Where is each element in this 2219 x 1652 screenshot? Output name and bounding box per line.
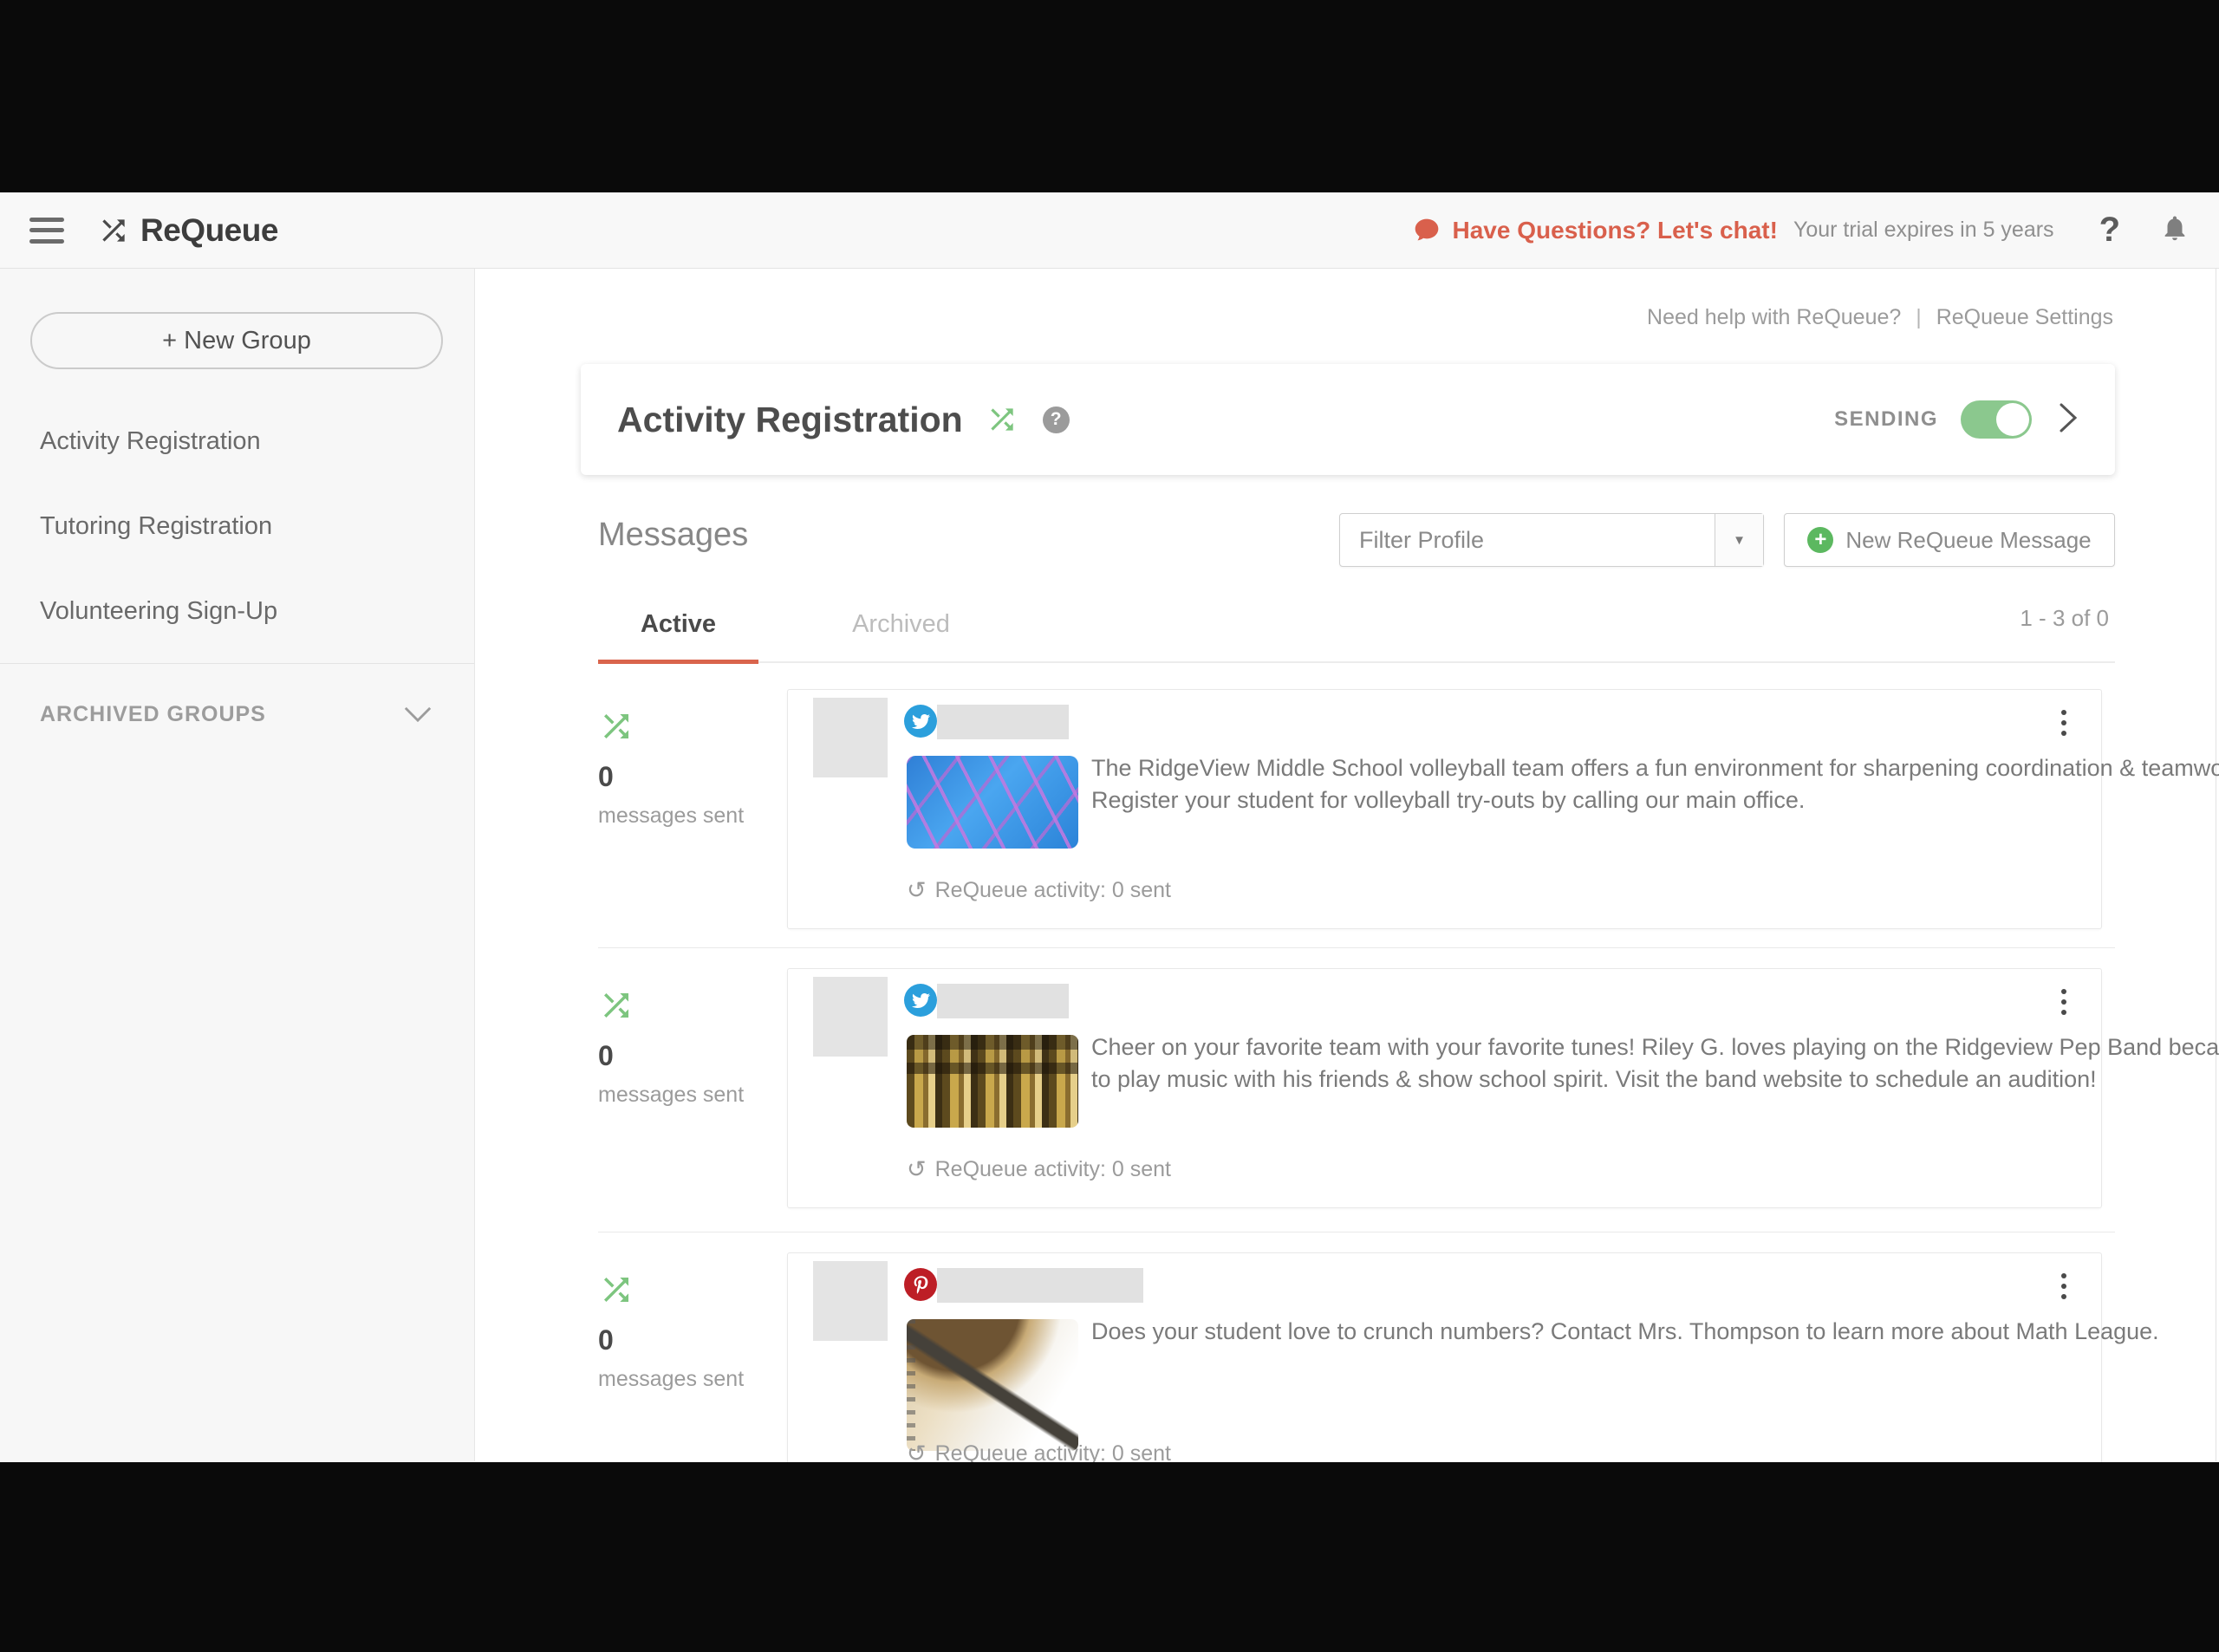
shuffle-icon (102, 218, 125, 242)
hamburger-menu-icon[interactable] (29, 217, 64, 244)
chevron-right-icon[interactable] (2058, 402, 2079, 438)
sidebar-item-activity-registration[interactable]: Activity Registration (0, 399, 474, 484)
message-row: 0 messages sent The RidgeView Middle Sch… (598, 689, 2219, 929)
sidebar-item-tutoring-registration[interactable]: Tutoring Registration (0, 484, 474, 569)
history-icon: ↺ (907, 1156, 927, 1182)
message-row: 0 messages sent Cheer on your favorite t… (598, 968, 2219, 1208)
messages-sent-count: 0 (598, 1040, 614, 1071)
new-requeue-message-button[interactable]: + New ReQueue Message (1784, 513, 2115, 567)
shuffle-icon[interactable] (598, 987, 634, 1024)
account-name-placeholder (937, 1268, 1143, 1303)
group-list: Activity Registration Tutoring Registrat… (0, 399, 474, 654)
messages-sent-label: messages sent (598, 803, 745, 828)
brass-instruments-photo (907, 1035, 1078, 1128)
message-card[interactable]: The RidgeView Middle School volleyball t… (787, 689, 2219, 929)
tab-active[interactable]: Active (598, 598, 758, 664)
link-separator: | (1916, 305, 1922, 329)
need-help-link[interactable]: Need help with ReQueue? (1647, 305, 1901, 329)
shuffle-icon (991, 408, 1013, 431)
filter-profile-select[interactable]: Filter Profile ▼ (1339, 513, 1764, 567)
app-window: ReQueue Have Questions? Let's chat! Your… (0, 192, 2219, 1493)
notebook-pen-photo (907, 1319, 1078, 1451)
messages-sent-label: messages sent (598, 1367, 745, 1391)
message-row: 0 messages sent Does your student love t… (598, 1252, 2159, 1493)
kebab-menu-icon[interactable] (2056, 981, 2072, 1023)
chat-bubble-icon (1415, 218, 1438, 240)
sidebar: + New Group Activity Registration Tutori… (0, 269, 475, 1461)
group-title: Activity Registration (617, 399, 963, 439)
requeue-activity-text: ReQueue activity: 0 sent (934, 1157, 1171, 1181)
plus-circle-icon: + (1807, 527, 1834, 553)
sidebar-item-volunteering-signup[interactable]: Volunteering Sign-Up (0, 569, 474, 654)
avatar-placeholder (813, 1261, 888, 1341)
requeue-settings-link[interactable]: ReQueue Settings (1936, 305, 2113, 329)
row-divider (598, 947, 2115, 948)
tab-archived[interactable]: Archived (821, 598, 981, 661)
account-name-placeholder (937, 705, 1069, 739)
message-card[interactable]: Cheer on your favorite team with your fa… (787, 968, 2219, 1208)
dropdown-arrow-icon: ▼ (1715, 514, 1763, 566)
message-card[interactable]: Does your student love to crunch numbers… (787, 1252, 2159, 1493)
requeue-activity: ↺ ReQueue activity: 0 sent (907, 1156, 1171, 1183)
avatar-placeholder (813, 977, 888, 1057)
messages-tabs: Active Archived (598, 598, 2115, 664)
messages-sent-count: 0 (598, 761, 614, 792)
help-icon[interactable]: ? (2099, 211, 2120, 250)
message-row-stats: 0 messages sent (598, 968, 787, 1108)
letterbox-top (0, 0, 2219, 192)
filter-profile-value: Filter Profile (1359, 526, 1485, 553)
archived-groups-label: ARCHIVED GROUPS (40, 701, 266, 726)
pagination-text: 1 - 3 of 0 (2020, 605, 2109, 631)
toggle-knob (1996, 403, 2029, 436)
history-icon: ↺ (907, 877, 927, 903)
main-content: Need help with ReQueue? | ReQueue Settin… (475, 269, 2219, 1493)
message-row-stats: 0 messages sent (598, 689, 787, 829)
app-header: ReQueue Have Questions? Let's chat! Your… (0, 192, 2219, 269)
notifications-bell-icon[interactable] (2160, 213, 2190, 247)
group-header-card: Activity Registration ? SENDING (581, 364, 2115, 475)
shuffle-icon[interactable] (598, 1272, 634, 1308)
messages-heading: Messages (598, 517, 749, 553)
pinterest-icon (904, 1268, 937, 1301)
archived-groups-toggle[interactable]: ARCHIVED GROUPS (0, 683, 474, 745)
sidebar-divider (0, 663, 474, 664)
messages-sent-count: 0 (598, 1324, 614, 1356)
screen: ReQueue Have Questions? Let's chat! Your… (0, 0, 2219, 1652)
requeue-activity-text: ReQueue activity: 0 sent (934, 878, 1171, 902)
sending-label: SENDING (1834, 407, 1938, 431)
chevron-down-icon (404, 706, 432, 723)
chat-link[interactable]: Have Questions? Let's chat! (1413, 217, 1778, 244)
help-links-row: Need help with ReQueue? | ReQueue Settin… (1647, 305, 2113, 330)
avatar-placeholder (813, 698, 888, 777)
volleyball-net-photo (907, 756, 1078, 849)
sending-toggle[interactable] (1961, 400, 2032, 439)
message-text: Cheer on your favorite team with your fa… (1091, 1034, 2219, 1092)
chat-link-label[interactable]: Have Questions? Let's chat! (1453, 217, 1778, 244)
twitter-icon (904, 984, 937, 1017)
new-requeue-message-label: New ReQueue Message (1845, 526, 2092, 553)
new-group-button[interactable]: + New Group (30, 312, 443, 369)
trial-status-text: Your trial expires in 5 years (1793, 218, 2054, 242)
group-help-icon[interactable]: ? (1042, 406, 1070, 433)
messages-sent-label: messages sent (598, 1083, 745, 1107)
twitter-icon (904, 705, 937, 738)
message-text: The RidgeView Middle School volleyball t… (1091, 755, 2219, 813)
message-row-stats: 0 messages sent (598, 1252, 787, 1392)
app-title: ReQueue (140, 211, 278, 248)
letterbox-bottom (0, 1462, 2219, 1652)
requeue-activity: ↺ ReQueue activity: 0 sent (907, 877, 1171, 904)
app-logo: ReQueue (97, 212, 278, 249)
shuffle-icon[interactable] (598, 708, 634, 745)
account-name-placeholder (937, 984, 1069, 1018)
kebab-menu-icon[interactable] (2056, 1265, 2072, 1307)
kebab-menu-icon[interactable] (2056, 702, 2072, 744)
message-text: Does your student love to crunch numbers… (1091, 1318, 2159, 1344)
